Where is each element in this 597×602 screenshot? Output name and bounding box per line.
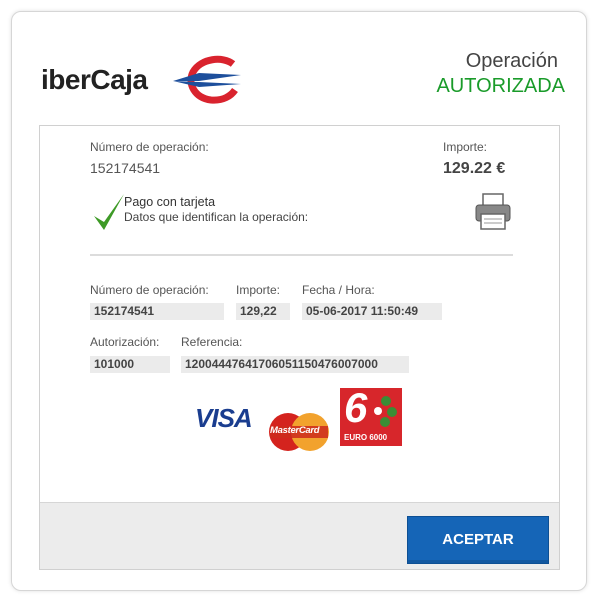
accept-button[interactable]: ACEPTAR (407, 516, 549, 564)
summary-amount-value: 129.22 € (443, 160, 506, 177)
details-reference-label: Referencia: (181, 335, 243, 349)
mastercard-text: MasterCard (270, 425, 320, 436)
visa-logo: VISA (195, 403, 253, 433)
operation-label: Operación (465, 50, 558, 72)
printer-icon[interactable] (473, 192, 513, 232)
details-op-number-value: 152174541 (90, 303, 224, 320)
euro6000-digit: 6 (344, 384, 368, 431)
details-amount-value: 129,22 (236, 303, 290, 320)
actions-footer: ACEPTAR (40, 502, 559, 569)
payment-title: Pago con tarjeta (124, 195, 216, 209)
operation-details-panel: Número de operación: 152174541 Importe: … (39, 125, 560, 570)
section-divider (90, 254, 513, 256)
details-auth-value: 101000 (90, 356, 170, 373)
details-datetime-value: 05-06-2017 11:50:49 (302, 303, 442, 320)
details-op-number-label: Número de operación: (90, 283, 209, 297)
checkmark-icon (94, 194, 124, 230)
details-amount-label: Importe: (236, 283, 281, 297)
payment-card: iberCaja Operación AUTORIZADA Número de … (11, 11, 587, 591)
ibercaja-emblem-icon (173, 55, 241, 104)
details-auth-label: Autorización: (90, 335, 160, 349)
brand-name: iberCaja (41, 64, 148, 95)
euro6000-logo: 6 EURO 6000 (340, 384, 402, 446)
ibercaja-logo: iberCaja (41, 54, 241, 110)
operation-status: AUTORIZADA (436, 75, 565, 97)
euro6000-text: EURO 6000 (344, 433, 388, 442)
summary-op-number-value: 152174541 (90, 160, 161, 176)
mastercard-logo: MasterCard (267, 412, 331, 452)
summary-amount-label: Importe: (443, 140, 488, 154)
details-reference-value: 12004447641706051150476007000 (181, 356, 409, 373)
summary-op-number-label: Número de operación: (90, 140, 209, 154)
payment-subtitle: Datos que identifican la operación: (124, 210, 309, 224)
details-datetime-label: Fecha / Hora: (302, 283, 375, 297)
